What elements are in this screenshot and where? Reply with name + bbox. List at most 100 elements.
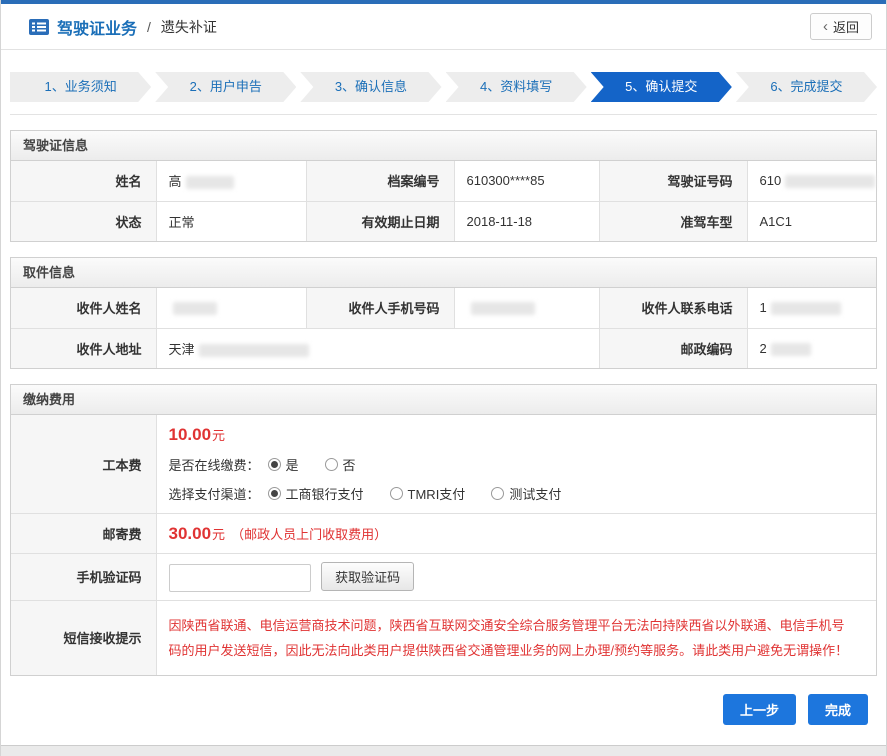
online-yes-radio[interactable]: 是 [268, 455, 299, 474]
name-value: 高 [156, 161, 306, 201]
breadcrumb-current: 遗失补证 [161, 17, 217, 37]
page: 驾驶证业务 / 遗失补证 ‹ 返回 1、业务须知 2、用户申告 3、确认信息 4… [0, 0, 887, 756]
table-row: 状态 正常 有效期止日期 2018-11-18 准驾车型 A1C1 [11, 201, 876, 241]
license-info-section: 驾驶证信息 姓名 高 档案编号 610300****85 驾驶证号码 610 状… [10, 130, 877, 242]
sms-code-label: 手机验证码 [11, 554, 156, 601]
cost-amount-unit: 元 [212, 428, 225, 443]
license-info-table: 姓名 高 档案编号 610300****85 驾驶证号码 610 状态 正常 有… [11, 161, 876, 241]
pickup-info-table: 收件人姓名 收件人手机号码 收件人联系电话 1 收件人地址 天津 邮政编码 2 [11, 288, 876, 368]
online-payment-question: 是否在线缴费： [169, 455, 260, 474]
online-yes-label: 是 [286, 455, 299, 474]
step-tab-1[interactable]: 1、业务须知 [10, 72, 151, 102]
postage-fee-label: 邮寄费 [11, 514, 156, 554]
breadcrumb-separator: / [147, 19, 151, 35]
back-button-label: 返回 [833, 17, 859, 36]
radio-checked-icon [268, 458, 281, 471]
table-row: 工本费 10.00元 是否在线缴费： 是 [11, 415, 876, 514]
channel-tmri-label: TMRI支付 [408, 484, 466, 503]
zip-code-label: 邮政编码 [599, 328, 747, 368]
vehicle-type-label: 准驾车型 [599, 201, 747, 241]
fee-section: 缴纳费用 工本费 10.00元 是否在线缴费： 是 [10, 384, 877, 676]
expiry-value: 2018-11-18 [454, 201, 599, 241]
recipient-tel-label: 收件人联系电话 [599, 288, 747, 328]
license-section-title: 驾驶证信息 [11, 131, 876, 161]
file-number-value: 610300****85 [454, 161, 599, 201]
radio-checked-icon [268, 487, 281, 500]
payment-channel-row: 选择支付渠道： 工商银行支付 TMRI支付 测试支付 [169, 484, 865, 503]
redacted-text [771, 302, 841, 315]
cost-fee-cell: 10.00元 是否在线缴费： 是 否 [156, 415, 876, 514]
step-tab-6[interactable]: 6、完成提交 [736, 72, 877, 102]
vehicle-type-value: A1C1 [747, 201, 876, 241]
radio-unchecked-icon [390, 487, 403, 500]
recipient-tel-value: 1 [747, 288, 876, 328]
postage-amount-number: 30.00 [169, 524, 212, 543]
recipient-name-value [156, 288, 306, 328]
previous-step-button[interactable]: 上一步 [723, 694, 796, 725]
redacted-text [771, 343, 811, 356]
table-row: 短信接收提示 因陕西省联通、电信运营商技术问题，陕西省互联网交通安全综合服务管理… [11, 600, 876, 675]
back-button[interactable]: ‹ 返回 [810, 13, 872, 40]
main-content: 驾驶证信息 姓名 高 档案编号 610300****85 驾驶证号码 610 状… [1, 130, 886, 725]
get-code-button[interactable]: 获取验证码 [321, 562, 414, 591]
file-number-label: 档案编号 [306, 161, 454, 201]
pickup-section-title: 取件信息 [11, 258, 876, 288]
redacted-text [199, 344, 309, 357]
online-no-label: 否 [343, 455, 356, 474]
pickup-info-section: 取件信息 收件人姓名 收件人手机号码 收件人联系电话 1 收件人地址 天津 邮政… [10, 257, 877, 369]
fee-section-title: 缴纳费用 [11, 385, 876, 415]
radio-unchecked-icon [491, 487, 504, 500]
postage-amount-unit: 元 [212, 527, 225, 542]
table-row: 姓名 高 档案编号 610300****85 驾驶证号码 610 [11, 161, 876, 201]
redacted-text [785, 175, 875, 188]
online-payment-row: 是否在线缴费： 是 否 [169, 455, 865, 474]
postage-fee-cell: 30.00元（邮政人员上门收取费用） [156, 514, 876, 554]
cost-fee-label: 工本费 [11, 415, 156, 514]
status-label: 状态 [11, 201, 156, 241]
channel-tmri-radio[interactable]: TMRI支付 [390, 484, 466, 503]
step-tab-5-active[interactable]: 5、确认提交 [591, 72, 732, 102]
table-row: 收件人地址 天津 邮政编码 2 [11, 328, 876, 368]
status-value: 正常 [156, 201, 306, 241]
step-tab-2[interactable]: 2、用户申告 [155, 72, 296, 102]
sms-code-cell: 获取验证码 [156, 554, 876, 601]
cost-amount-number: 10.00 [169, 425, 212, 444]
recipient-name-label: 收件人姓名 [11, 288, 156, 328]
expiry-label: 有效期止日期 [306, 201, 454, 241]
sms-code-input[interactable] [169, 564, 311, 592]
name-label: 姓名 [11, 161, 156, 201]
payment-channel-question: 选择支付渠道： [169, 484, 260, 503]
channel-icbc-label: 工商银行支付 [286, 484, 364, 503]
channel-icbc-radio[interactable]: 工商银行支付 [268, 484, 364, 503]
cost-amount: 10.00元 [169, 425, 865, 445]
table-row: 手机验证码 获取验证码 [11, 554, 876, 601]
bottom-strip [1, 745, 886, 756]
channel-test-label: 测试支付 [509, 484, 561, 503]
step-tab-3[interactable]: 3、确认信息 [300, 72, 441, 102]
header-title-group: 驾驶证业务 / 遗失补证 [29, 15, 217, 39]
channel-test-radio[interactable]: 测试支付 [491, 484, 561, 503]
table-row: 收件人姓名 收件人手机号码 收件人联系电话 1 [11, 288, 876, 328]
recipient-address-label: 收件人地址 [11, 328, 156, 368]
online-no-radio[interactable]: 否 [325, 455, 356, 474]
footer-actions: 上一步 完成 [19, 694, 868, 725]
recipient-phone-label: 收件人手机号码 [306, 288, 454, 328]
step-tab-4[interactable]: 4、资料填写 [446, 72, 587, 102]
back-chevron-icon: ‹ [823, 19, 828, 34]
page-title: 驾驶证业务 [57, 15, 137, 39]
redacted-text [471, 302, 535, 315]
recipient-address-value: 天津 [156, 328, 599, 368]
license-number-label: 驾驶证号码 [599, 161, 747, 201]
step-navigation: 1、业务须知 2、用户申告 3、确认信息 4、资料填写 5、确认提交 6、完成提… [10, 72, 877, 115]
table-row: 邮寄费 30.00元（邮政人员上门收取费用） [11, 514, 876, 554]
recipient-phone-value [454, 288, 599, 328]
license-number-value: 610 [747, 161, 876, 201]
page-header: 驾驶证业务 / 遗失补证 ‹ 返回 [1, 4, 886, 50]
radio-unchecked-icon [325, 458, 338, 471]
redacted-text [173, 302, 217, 315]
finish-button[interactable]: 完成 [808, 694, 868, 725]
zip-code-value: 2 [747, 328, 876, 368]
form-icon [29, 19, 49, 35]
fee-table: 工本费 10.00元 是否在线缴费： 是 [11, 415, 876, 675]
sms-notice-label: 短信接收提示 [11, 600, 156, 675]
